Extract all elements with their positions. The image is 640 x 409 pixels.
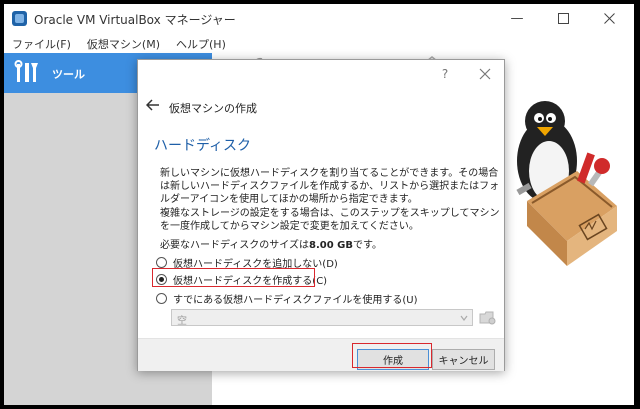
minimize-icon: — <box>510 10 524 26</box>
radio-button[interactable] <box>156 292 167 304</box>
radio-button[interactable] <box>156 256 167 268</box>
radio-label: すでにある仮想ハードディスクファイルを使用する(U) <box>173 294 418 306</box>
menu-machine[interactable]: 仮想マシン(M) <box>79 34 168 52</box>
window-title: Oracle VM VirtualBox マネージャー <box>34 13 236 27</box>
existing-disk-select[interactable]: 空 <box>171 309 473 327</box>
size-suffix: です。 <box>352 240 382 251</box>
radio-use-existing[interactable]: すでにある仮想ハードディスクファイルを使用する(U) <box>156 290 418 306</box>
cancel-button[interactable]: キャンセル <box>432 349 495 370</box>
annotation-highlight-create-option <box>152 268 315 287</box>
close-window-button[interactable] <box>586 4 632 32</box>
virtualbox-tux-illustration <box>516 101 617 266</box>
dialog-button-bar: 作成 キャンセル <box>138 338 504 371</box>
title-bar: Oracle VM VirtualBox マネージャー — <box>4 4 634 32</box>
close-icon <box>603 12 615 24</box>
dialog-close-icon[interactable] <box>478 67 492 81</box>
help-button[interactable]: ? <box>438 67 452 83</box>
maximize-icon <box>557 12 569 24</box>
existing-disk-select-value: 空 <box>177 316 187 327</box>
page-header: ハードディスク <box>154 138 252 154</box>
chevron-down-icon <box>460 315 468 321</box>
menu-help[interactable]: ヘルプ(H) <box>168 34 234 52</box>
dialog-title: 仮想マシンの作成 <box>169 102 257 115</box>
required-size-line: 必要なハードディスクのサイズは8.00 GBです。 <box>160 236 382 251</box>
maximize-button[interactable] <box>540 4 586 32</box>
description-text-1: 新しいマシンに仮想ハードディスクを割り当てることができます。その場合は新しいハー… <box>160 168 500 205</box>
annotation-highlight-create-button <box>352 343 432 368</box>
create-vm-dialog: ? 仮想マシンの作成 ハードディスク 新しいマシンに仮想ハードディスクを割り当て… <box>137 59 505 371</box>
sidebar-item-tools-label: ツール <box>52 68 85 81</box>
menu-file[interactable]: ファイル(F) <box>4 34 79 52</box>
minimize-button[interactable]: — <box>494 4 540 32</box>
size-prefix: 必要なハードディスクのサイズは <box>160 240 309 251</box>
folder-icon[interactable] <box>478 309 496 326</box>
menu-bar: ファイル(F) 仮想マシン(M) ヘルプ(H) <box>4 34 634 52</box>
back-arrow-icon[interactable] <box>146 99 160 111</box>
size-value: 8.00 GB <box>309 240 353 251</box>
tools-icon <box>14 60 38 82</box>
description-text-2: 複雑なストレージの設定をする場合は、このステップをスキップしてマシンを一度作成し… <box>160 208 500 232</box>
virtualbox-app-icon <box>12 11 27 26</box>
